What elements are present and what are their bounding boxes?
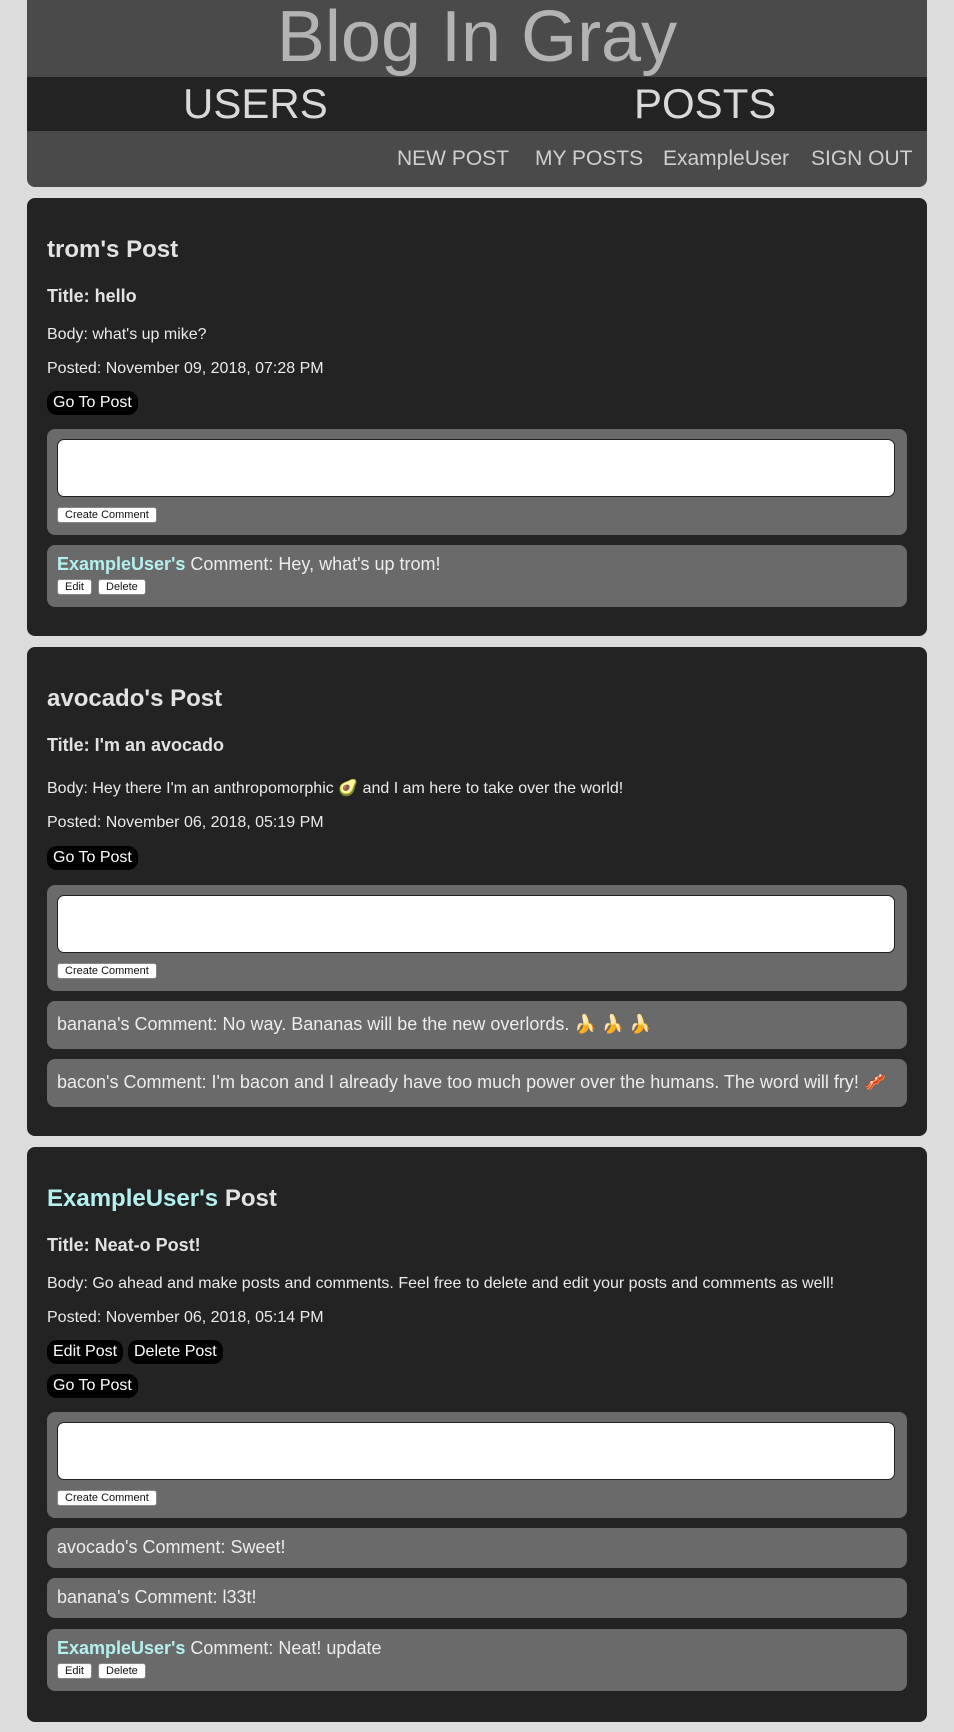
post-card: ExampleUser's Post Title: Neat-o Post! B…	[27, 1147, 927, 1722]
post-heading: trom's Post	[47, 236, 178, 264]
nav-users-link[interactable]: USERS	[183, 79, 328, 129]
nav-posts-link[interactable]: POSTS	[634, 79, 776, 129]
edit-comment-button[interactable]: Edit	[57, 1663, 92, 1679]
post-author: trom's	[47, 236, 120, 263]
post-card: avocado's Post Title: I'm an avocado Bod…	[27, 647, 927, 1136]
create-comment-button[interactable]: Create Comment	[57, 963, 157, 979]
comment-body: banana's Comment: l33t!	[57, 1587, 257, 1607]
comment-body: Comment: Hey, what's up trom!	[190, 554, 441, 574]
comment-item: ExampleUser's Comment: Neat! update Edit…	[47, 1629, 907, 1691]
post-date: Posted: November 09, 2018, 07:28 PM	[47, 360, 324, 377]
comment-item: ExampleUser's Comment: Hey, what's up tr…	[47, 545, 907, 607]
post-heading: avocado's Post	[47, 685, 222, 713]
site-title: Blog In Gray	[276, 0, 678, 77]
go-to-post-button[interactable]: Go To Post	[47, 391, 138, 415]
post-heading-suffix: Post	[224, 1185, 277, 1212]
comment-text: ExampleUser's Comment: Neat! update	[57, 1638, 381, 1659]
post-title: Title: hello	[47, 286, 137, 306]
comment-author: ExampleUser's	[57, 554, 186, 574]
post-heading-suffix: Post	[126, 236, 179, 263]
comment-body: banana's Comment: No way. Bananas will b…	[57, 1014, 652, 1034]
site-header: Blog In Gray USERS POSTS NEW POST MY POS…	[27, 0, 927, 187]
post-date: Posted: November 06, 2018, 05:19 PM	[47, 814, 324, 831]
delete-comment-button[interactable]: Delete	[98, 1663, 146, 1679]
comment-form: Create Comment	[47, 429, 907, 535]
comment-body: Comment: Neat! update	[190, 1638, 382, 1658]
go-to-post-button[interactable]: Go To Post	[47, 846, 138, 870]
post-date: Posted: November 06, 2018, 05:14 PM	[47, 1309, 324, 1326]
post-author: avocado's	[47, 685, 164, 712]
post-heading-suffix: Post	[170, 685, 223, 712]
comment-item: bacon's Comment: I'm bacon and I already…	[47, 1059, 907, 1107]
post-body: Body: what's up mike?	[47, 326, 207, 343]
post-body: Body: Go ahead and make posts and commen…	[47, 1275, 835, 1292]
post-title: Title: I'm an avocado	[47, 735, 224, 755]
post-body: Body: Hey there I'm an anthropomorphic 🥑…	[47, 780, 624, 797]
comment-form: Create Comment	[47, 885, 907, 991]
delete-post-button[interactable]: Delete Post	[128, 1340, 223, 1364]
profile-link[interactable]: ExampleUser	[663, 131, 789, 187]
create-comment-button[interactable]: Create Comment	[57, 1490, 157, 1506]
post-card: trom's Post Title: hello Body: what's up…	[27, 198, 927, 636]
post-author: ExampleUser's	[47, 1185, 219, 1212]
comment-body: avocado's Comment: Sweet!	[57, 1537, 286, 1557]
edit-post-button[interactable]: Edit Post	[47, 1340, 124, 1364]
sign-out-link[interactable]: SIGN OUT	[811, 131, 913, 187]
comment-item: avocado's Comment: Sweet!	[47, 1528, 907, 1568]
comment-input[interactable]	[57, 1422, 895, 1480]
comment-item: banana's Comment: l33t!	[47, 1578, 907, 1618]
main-nav: USERS POSTS	[27, 77, 927, 131]
create-comment-button[interactable]: Create Comment	[57, 507, 157, 523]
comment-text: ExampleUser's Comment: Hey, what's up tr…	[57, 554, 441, 575]
comment-item: banana's Comment: No way. Bananas will b…	[47, 1001, 907, 1049]
go-to-post-button[interactable]: Go To Post	[47, 1374, 138, 1398]
comment-body: bacon's Comment: I'm bacon and I already…	[57, 1072, 887, 1092]
post-title: Title: Neat-o Post!	[47, 1235, 201, 1255]
comment-input[interactable]	[57, 439, 895, 497]
post-heading: ExampleUser's Post	[47, 1185, 277, 1213]
user-nav: NEW POST MY POSTS ExampleUser SIGN OUT	[27, 131, 927, 187]
comment-author: ExampleUser's	[57, 1638, 186, 1658]
delete-comment-button[interactable]: Delete	[98, 579, 146, 595]
edit-comment-button[interactable]: Edit	[57, 579, 92, 595]
new-post-link[interactable]: NEW POST	[397, 131, 509, 187]
my-posts-link[interactable]: MY POSTS	[535, 131, 643, 187]
comment-input[interactable]	[57, 895, 895, 953]
comment-form: Create Comment	[47, 1412, 907, 1518]
